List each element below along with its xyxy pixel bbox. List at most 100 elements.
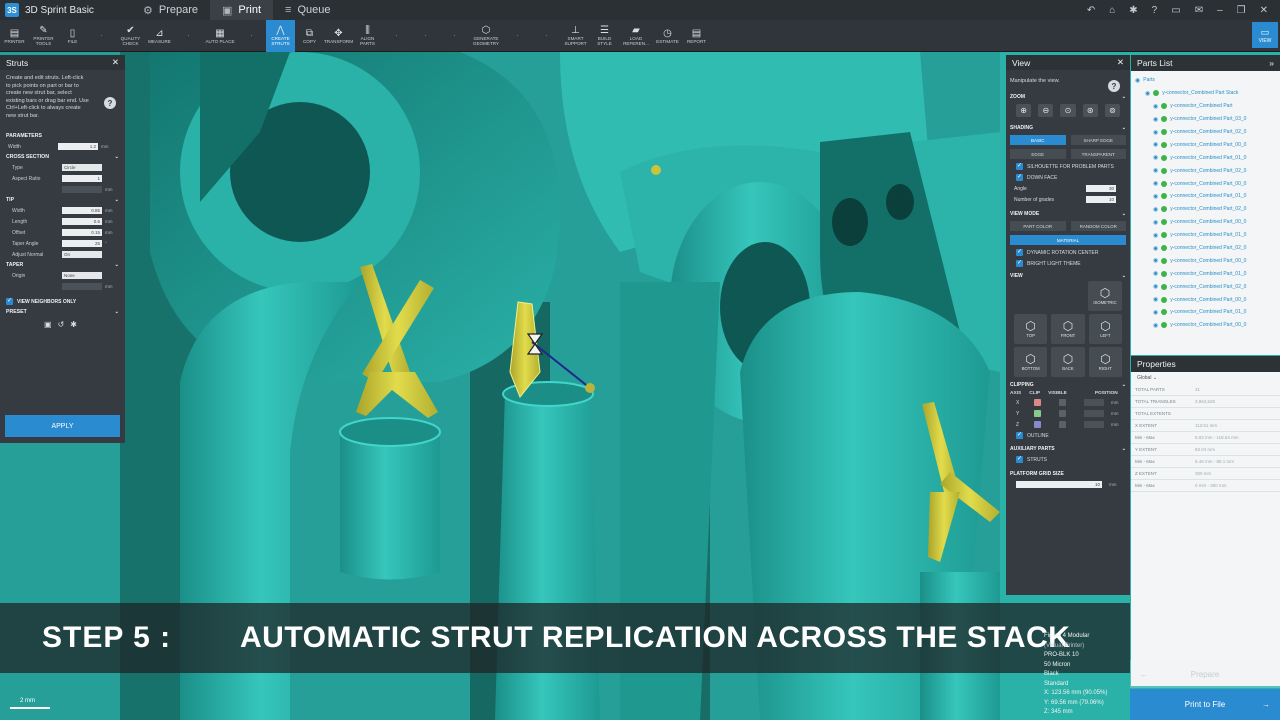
- tip-offset-field[interactable]: 0.15: [62, 229, 102, 236]
- grades-field[interactable]: 10: [1086, 196, 1116, 203]
- view-top-button[interactable]: ⬡ TOP: [1014, 314, 1048, 344]
- tool-auto-place[interactable]: ▦ AUTO PLACE: [203, 20, 237, 52]
- part-color-button[interactable]: PART COLOR: [1010, 221, 1066, 231]
- down-face-checkbox[interactable]: ✓: [1016, 174, 1023, 181]
- position-y-field[interactable]: [1084, 410, 1104, 417]
- mail-icon[interactable]: ✉: [1195, 5, 1203, 16]
- list-item[interactable]: ◉ y-connector_Combined Part_01_0: [1135, 229, 1276, 242]
- help-icon[interactable]: ?: [1152, 5, 1158, 16]
- close-icon[interactable]: ✕: [1117, 57, 1124, 68]
- eye-icon[interactable]: ◉: [1153, 232, 1158, 239]
- list-item[interactable]: ◉ y-connector_Combined Part_03_0: [1135, 113, 1276, 126]
- minimize-icon[interactable]: –: [1217, 5, 1223, 16]
- eye-icon[interactable]: ◉: [1153, 245, 1158, 252]
- visible-z-checkbox[interactable]: [1059, 421, 1066, 428]
- tool-build-style[interactable]: ☰ BUILD STYLE: [590, 20, 619, 52]
- type-select[interactable]: Circle: [62, 164, 102, 171]
- preset-settings-icon[interactable]: ✱: [70, 320, 77, 329]
- shading-sharp-edge-button[interactable]: SHARP EDGE: [1070, 135, 1126, 145]
- list-item[interactable]: ◉ y-connector_Combined Part_02_0: [1135, 126, 1276, 139]
- tip-width-field[interactable]: 0.85: [62, 207, 102, 214]
- print-to-file-button[interactable]: Print to File →: [1130, 689, 1280, 720]
- settings-icon[interactable]: ✱: [1129, 5, 1137, 16]
- chevron-down-icon[interactable]: ⌄: [1122, 446, 1126, 452]
- save-preset-icon[interactable]: ▣: [44, 320, 52, 329]
- help-icon[interactable]: ?: [1108, 80, 1120, 92]
- eye-icon[interactable]: ◉: [1153, 180, 1158, 187]
- clip-x-checkbox[interactable]: [1034, 399, 1041, 406]
- chevron-down-icon[interactable]: ⌄: [115, 309, 119, 315]
- eye-icon[interactable]: ◉: [1153, 103, 1158, 110]
- account-icon[interactable]: ▭: [1171, 5, 1180, 16]
- list-item[interactable]: ◉ y-connector_Combined Part_00_0: [1135, 293, 1276, 306]
- shading-basic-button[interactable]: BASIC: [1010, 135, 1066, 145]
- shading-transparent-button[interactable]: TRANSPARENT: [1070, 149, 1126, 159]
- bright-light-checkbox[interactable]: ✓: [1016, 260, 1023, 267]
- eye-icon[interactable]: ◉: [1153, 322, 1158, 329]
- tab-queue[interactable]: ≡ Queue: [273, 0, 342, 20]
- list-item[interactable]: ◉ y-connector_Combined Part_00_0: [1135, 216, 1276, 229]
- view-left-button[interactable]: ⬡ LEFT: [1088, 314, 1122, 344]
- scope-select[interactable]: Global: [1137, 375, 1151, 381]
- list-item[interactable]: ◉ y-connector_Combined Part_01_0: [1135, 151, 1276, 164]
- eye-icon[interactable]: ◉: [1135, 77, 1140, 84]
- tool-align-parts[interactable]: ⫼ ALIGN PARTS: [353, 20, 382, 52]
- chevron-down-icon[interactable]: ⌄: [1122, 273, 1126, 279]
- grid-size-field[interactable]: 10: [1016, 481, 1102, 488]
- close-window-icon[interactable]: ✕: [1260, 5, 1268, 16]
- silhouette-checkbox[interactable]: ✓: [1016, 163, 1023, 170]
- tab-print[interactable]: ▣ Print: [210, 0, 274, 20]
- tool-create-struts[interactable]: ⋀ CREATE STRUTS: [266, 19, 295, 52]
- zoom-out-icon[interactable]: ⊖: [1038, 104, 1054, 117]
- list-item[interactable]: ◉ y-connector_Combined Part_02_0: [1135, 242, 1276, 255]
- eye-icon[interactable]: ◉: [1153, 296, 1158, 303]
- strut-point[interactable]: [651, 165, 661, 175]
- visible-x-checkbox[interactable]: [1059, 399, 1066, 406]
- list-item[interactable]: ◉ y-connector_Combined Part_01_0: [1135, 306, 1276, 319]
- zoom-fit-icon[interactable]: ⊙: [1060, 104, 1076, 117]
- tool-measure[interactable]: ⊿ MEASURE: [145, 20, 174, 52]
- tool-printer[interactable]: ▤ PRINTER: [0, 20, 29, 52]
- material-button[interactable]: MATERIAL: [1010, 235, 1126, 245]
- tool-printer-tools[interactable]: ✎ PRINTER TOOLS: [29, 20, 58, 52]
- eye-icon[interactable]: ◉: [1153, 116, 1158, 123]
- view-front-button[interactable]: ⬡ FRONT: [1051, 314, 1085, 344]
- position-x-field[interactable]: [1084, 399, 1104, 406]
- eye-icon[interactable]: ◉: [1153, 270, 1158, 277]
- list-item[interactable]: ◉ y-connector_Combined Part_02_0: [1135, 164, 1276, 177]
- tool-smart-support[interactable]: ⊥ SMART SUPPORT: [561, 20, 590, 52]
- random-color-button[interactable]: RANDOM COLOR: [1070, 221, 1126, 231]
- tool-generate-geometry[interactable]: ⬡ GENERATE GEOMETRY: [469, 20, 503, 52]
- taper-angle-field[interactable]: 25: [62, 240, 102, 247]
- eye-icon[interactable]: ◉: [1153, 193, 1158, 200]
- eye-icon[interactable]: ◉: [1153, 154, 1158, 161]
- list-item[interactable]: ◉ y-connector_Combined Part_00_0: [1135, 177, 1276, 190]
- tab-prepare[interactable]: ⚙ Prepare: [131, 0, 210, 20]
- strut-endpoint[interactable]: [585, 383, 595, 393]
- tip-length-field[interactable]: 0.6: [62, 218, 102, 225]
- tool-load-reference[interactable]: ▰ LOAD REFEREN...: [619, 20, 653, 52]
- angle-field[interactable]: 30: [1086, 185, 1116, 192]
- chevron-down-icon[interactable]: ⌄: [1122, 94, 1126, 100]
- eye-icon[interactable]: ◉: [1153, 283, 1158, 290]
- zoom-selection-icon[interactable]: ⊛: [1082, 104, 1098, 117]
- reset-preset-icon[interactable]: ↺: [58, 320, 65, 329]
- collapse-panel-icon[interactable]: »: [1269, 58, 1274, 68]
- eye-icon[interactable]: ◉: [1145, 90, 1150, 97]
- list-item[interactable]: ◉ y-connector_Combined Part_01_0: [1135, 267, 1276, 280]
- shading-edge-button[interactable]: EDGE: [1010, 149, 1066, 159]
- list-item[interactable]: ◉ y-connector_Combined Part_01_0: [1135, 190, 1276, 203]
- clip-y-checkbox[interactable]: [1034, 410, 1041, 417]
- tool-copy[interactable]: ⧉ COPY: [295, 20, 324, 52]
- eye-icon[interactable]: ◉: [1153, 257, 1158, 264]
- list-item[interactable]: ◉ y-connector_Combined Part_00_0: [1135, 319, 1276, 332]
- list-item[interactable]: ◉ y-connector_Combined Part: [1135, 100, 1276, 113]
- home-icon[interactable]: ⌂: [1109, 5, 1115, 16]
- aspect-ratio-field[interactable]: 1: [62, 175, 102, 182]
- tree-root[interactable]: ◉ Parts: [1135, 74, 1276, 87]
- eye-icon[interactable]: ◉: [1153, 129, 1158, 136]
- chevron-down-icon[interactable]: ⌄: [1122, 211, 1126, 217]
- list-item[interactable]: ◉ y-connector_Combined Part_02_0: [1135, 203, 1276, 216]
- view-right-button[interactable]: ⬡ RIGHT: [1088, 347, 1122, 377]
- tool-transform[interactable]: ✥ TRANSFORM: [324, 20, 353, 52]
